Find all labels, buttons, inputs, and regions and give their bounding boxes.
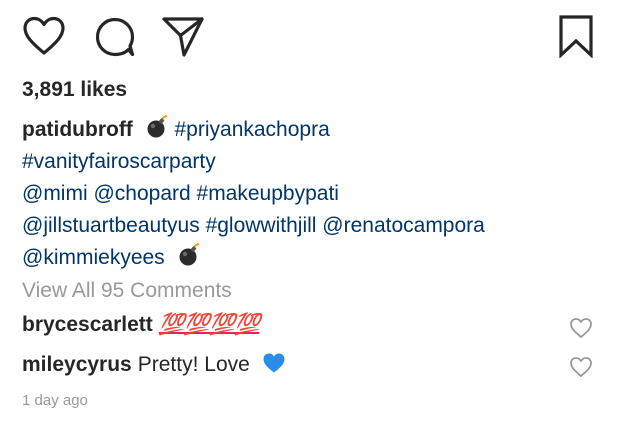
caption-line: @kimmiekyees xyxy=(22,242,602,274)
bomb-emoji-icon xyxy=(177,243,201,277)
comment-username[interactable]: brycescarlett xyxy=(22,313,153,336)
hashtag-link[interactable]: #priyankachopra xyxy=(175,118,330,141)
mention-link[interactable]: @kimmiekyees xyxy=(22,246,165,269)
caption-username[interactable]: patidubroff xyxy=(22,118,133,141)
comment-bubble-icon[interactable] xyxy=(94,16,136,58)
post-caption: patidubroff #priyankachopra #vanityfairo… xyxy=(22,114,602,274)
hashtag-link[interactable]: #vanityfairoscarparty xyxy=(22,150,216,173)
caption-line: patidubroff #priyankachopra xyxy=(22,114,602,146)
comment-text: Pretty! Love xyxy=(137,353,250,376)
likes-count[interactable]: 3,891 likes xyxy=(22,78,127,102)
mentions-hashtag-link[interactable]: @jillstuartbeautyus #glowwithjill @renat… xyxy=(22,214,485,237)
comment-row: mileycyrus Pretty! Love xyxy=(22,352,286,380)
caption-line: #vanityfairoscarparty xyxy=(22,146,602,178)
heart-outline-small-icon[interactable] xyxy=(569,356,593,378)
heart-outline-small-icon[interactable] xyxy=(569,317,593,339)
paper-plane-icon[interactable] xyxy=(161,15,205,59)
caption-line: @jillstuartbeautyus #glowwithjill @renat… xyxy=(22,210,602,242)
blue-heart-emoji-icon xyxy=(262,352,286,380)
comment-text-hundred-emojis: 💯💯💯💯 xyxy=(158,313,261,336)
post-action-bar xyxy=(0,0,620,70)
bookmark-icon[interactable] xyxy=(558,14,594,58)
comment-username[interactable]: mileycyrus xyxy=(22,353,132,376)
comment-row: brycescarlett 💯💯💯💯 xyxy=(22,313,261,337)
post-timestamp: 1 day ago xyxy=(22,392,88,409)
mentions-hashtag-link[interactable]: @mimi @chopard #makeupbypati xyxy=(22,182,339,205)
caption-line: @mimi @chopard #makeupbypati xyxy=(22,178,602,210)
bomb-emoji-icon xyxy=(145,115,169,149)
heart-outline-icon[interactable] xyxy=(22,16,66,56)
view-all-comments-link[interactable]: View All 95 Comments xyxy=(22,279,232,303)
